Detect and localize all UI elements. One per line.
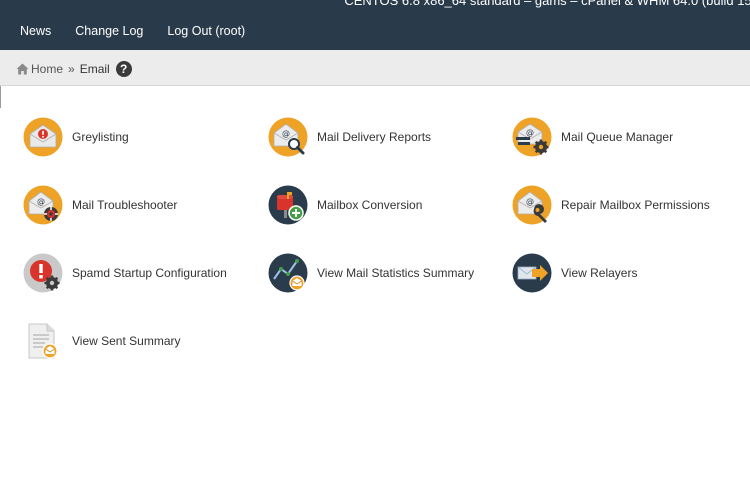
mailbox-conversion-icon	[268, 185, 308, 225]
nav-change-log[interactable]: Change Log	[75, 24, 143, 38]
item-label: Mail Queue Manager	[561, 130, 674, 144]
item-spamd-startup-configuration[interactable]: Spamd Startup Configuration	[23, 251, 227, 295]
breadcrumb-separator: »	[68, 62, 75, 76]
breadcrumb-home-label: Home	[31, 62, 64, 76]
item-label: Mail Delivery Reports	[317, 130, 432, 144]
breadcrumb-current: Email	[79, 62, 110, 76]
item-label: Greylisting	[72, 130, 129, 144]
item-label: View Relayers	[561, 266, 638, 280]
view-mail-statistics-summary-icon	[268, 253, 308, 293]
item-label: Spamd Startup Configuration	[72, 266, 227, 280]
item-mail-delivery-reports[interactable]: @ Mail Delivery Reports	[268, 115, 431, 159]
top-header: CENTOS 6.8 x86_64 standard – gams – cPan…	[0, 0, 750, 50]
mail-queue-manager-icon: @	[512, 117, 552, 157]
item-view-mail-statistics-summary[interactable]: View Mail Statistics Summary	[268, 251, 474, 295]
svg-text:@: @	[37, 197, 45, 206]
item-label: View Mail Statistics Summary	[317, 266, 475, 280]
item-view-relayers[interactable]: View Relayers	[512, 251, 637, 295]
view-sent-summary-icon	[28, 323, 58, 359]
item-label: View Sent Summary	[72, 334, 181, 348]
nav-news[interactable]: News	[20, 24, 51, 38]
item-mail-queue-manager[interactable]: @ Mail Queue Manager	[512, 115, 673, 159]
item-view-sent-summary[interactable]: View Sent Summary	[23, 319, 181, 363]
item-mailbox-conversion[interactable]: Mailbox Conversion	[268, 183, 422, 227]
breadcrumb-bar: Home » Email ?	[0, 50, 750, 86]
repair-mailbox-permissions-icon: @	[512, 185, 552, 225]
divider	[0, 86, 1, 108]
mail-delivery-reports-icon: @	[268, 117, 308, 157]
home-icon	[16, 63, 29, 75]
breadcrumb: Home » Email ?	[16, 61, 132, 77]
spamd-startup-configuration-icon	[23, 253, 63, 293]
server-info: CENTOS 6.8 x86_64 standard – gams – cPan…	[344, 0, 750, 8]
view-relayers-icon	[512, 253, 552, 293]
svg-text:@: @	[526, 128, 534, 137]
item-repair-mailbox-permissions[interactable]: @ Repair Mailbox Permissions	[512, 183, 710, 227]
mail-troubleshooter-icon: @	[23, 185, 63, 225]
svg-text:@: @	[282, 129, 290, 138]
greylisting-icon	[23, 117, 63, 157]
item-label: Repair Mailbox Permissions	[561, 198, 710, 212]
item-label: Mail Troubleshooter	[72, 198, 178, 212]
item-greylisting[interactable]: Greylisting	[23, 115, 129, 159]
top-nav: News Change Log Log Out (root)	[20, 24, 269, 38]
breadcrumb-home[interactable]: Home	[16, 62, 63, 76]
svg-text:@: @	[526, 197, 534, 206]
help-icon[interactable]: ?	[115, 61, 132, 77]
item-label: Mailbox Conversion	[317, 198, 423, 212]
item-mail-troubleshooter[interactable]: @ Mail Troubleshooter	[23, 183, 177, 227]
nav-log-out[interactable]: Log Out (root)	[167, 24, 245, 38]
